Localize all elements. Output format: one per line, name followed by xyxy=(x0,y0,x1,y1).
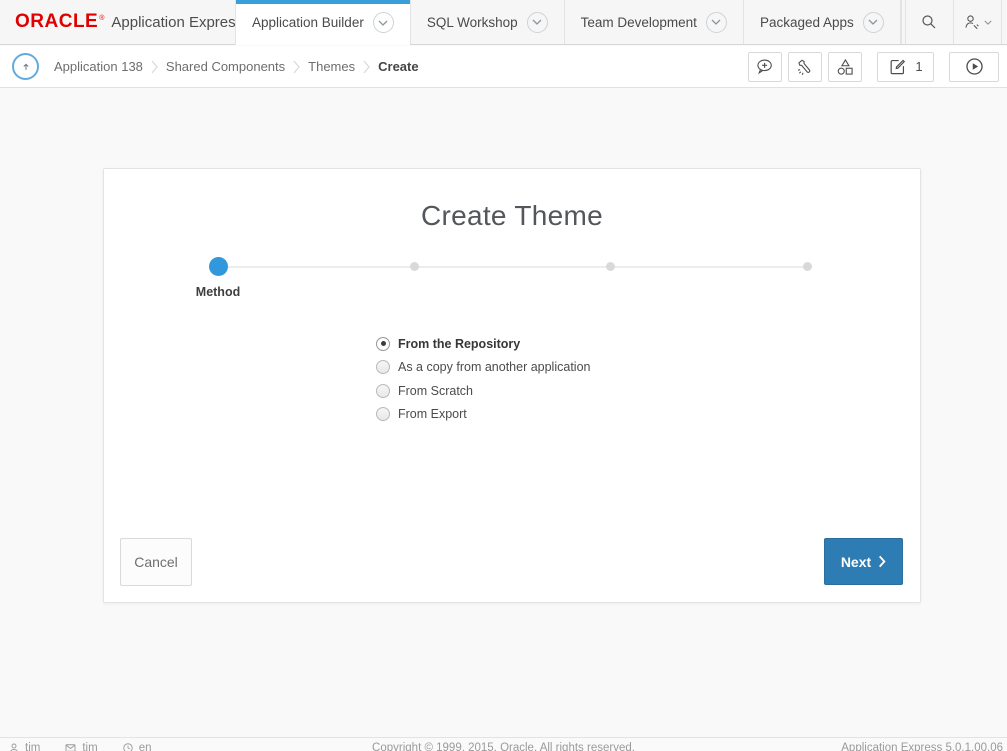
top-navigation-bar: ORACLE® Application Express Application … xyxy=(0,0,1007,45)
chevron-down-icon[interactable] xyxy=(706,12,727,33)
breadcrumb-create: Create xyxy=(378,59,418,74)
step-dot-2 xyxy=(410,262,419,271)
play-icon xyxy=(964,56,985,77)
tab-sql-workshop[interactable]: SQL Workshop xyxy=(410,0,564,44)
breadcrumb-application[interactable]: Application 138 xyxy=(54,59,143,74)
radio-from-scratch[interactable]: From Scratch xyxy=(376,379,590,403)
breadcrumb-themes[interactable]: Themes xyxy=(308,59,355,74)
page-footer: tim tim en Copyright © 1999, 2015, Oracl… xyxy=(0,737,1007,751)
help-menu-button[interactable]: ? xyxy=(1002,0,1007,44)
theme-roller-button[interactable] xyxy=(788,52,822,82)
next-button-label: Next xyxy=(841,554,871,570)
step-dot-3 xyxy=(606,262,615,271)
edit-page-number: 1 xyxy=(915,59,922,74)
feedback-bubble-icon xyxy=(755,57,775,77)
train-line xyxy=(218,266,807,268)
administration-menu-button[interactable] xyxy=(954,0,1002,44)
radio-button-icon[interactable] xyxy=(376,360,390,374)
step-dot-4 xyxy=(803,262,812,271)
breadcrumb: Application 138 Shared Components Themes… xyxy=(49,59,424,74)
product-name: Application Express xyxy=(111,14,243,31)
radio-from-the-repository[interactable]: From the Repository xyxy=(376,332,590,356)
edit-pencil-icon xyxy=(888,57,907,76)
radio-from-export[interactable]: From Export xyxy=(376,403,590,427)
flashlight-icon xyxy=(795,57,815,77)
chevron-right-icon xyxy=(363,60,370,74)
run-application-button[interactable] xyxy=(949,52,999,82)
up-level-button[interactable] xyxy=(12,53,39,80)
arrow-up-icon xyxy=(19,60,33,74)
radio-label: From Scratch xyxy=(398,384,473,398)
shapes-icon xyxy=(835,57,855,77)
create-theme-wizard-card: Create Theme Method From the Repository … xyxy=(103,168,921,603)
brand: ORACLE® Application Express xyxy=(0,0,235,44)
tab-packaged-apps[interactable]: Packaged Apps xyxy=(743,0,901,44)
chevron-down-icon xyxy=(984,20,992,25)
registered-mark: ® xyxy=(99,15,104,22)
tab-label: Packaged Apps xyxy=(760,15,854,30)
wizard-title: Create Theme xyxy=(104,200,920,232)
radio-label: As a copy from another application xyxy=(398,360,590,374)
search-icon xyxy=(920,13,938,31)
next-button[interactable]: Next xyxy=(824,538,903,585)
search-button[interactable] xyxy=(906,0,954,44)
tab-application-builder[interactable]: Application Builder xyxy=(235,0,410,45)
tab-label: SQL Workshop xyxy=(427,15,518,30)
method-radio-group: From the Repository As a copy from anoth… xyxy=(376,332,590,426)
feedback-button[interactable] xyxy=(748,52,782,82)
step-dot-method xyxy=(209,257,228,276)
radio-label: From the Repository xyxy=(398,337,520,351)
breadcrumb-shared-components[interactable]: Shared Components xyxy=(166,59,285,74)
chevron-right-icon xyxy=(878,555,886,568)
radio-as-a-copy-from-another-application[interactable]: As a copy from another application xyxy=(376,356,590,380)
chevron-right-icon xyxy=(293,60,300,74)
radio-button-icon[interactable] xyxy=(376,407,390,421)
chevron-down-icon[interactable] xyxy=(863,12,884,33)
oracle-logo: ORACLE xyxy=(15,11,98,33)
chevron-down-icon[interactable] xyxy=(527,12,548,33)
chevron-right-icon xyxy=(151,60,158,74)
top-action-icons: ? xyxy=(901,0,1007,44)
tab-team-development[interactable]: Team Development xyxy=(564,0,743,44)
main-tabs: Application Builder SQL Workshop Team De… xyxy=(235,0,901,44)
edit-page-button[interactable]: 1 xyxy=(877,52,934,82)
radio-label: From Export xyxy=(398,407,467,421)
shared-components-button[interactable] xyxy=(828,52,862,82)
radio-button-icon[interactable] xyxy=(376,384,390,398)
page-toolbar: 1 xyxy=(748,52,999,82)
admin-wrench-icon xyxy=(963,13,981,31)
version-text: Application Express 5.0.1.00.06 xyxy=(841,742,1003,751)
step-label-method: Method xyxy=(168,285,268,299)
radio-button-icon[interactable] xyxy=(376,337,390,351)
tab-label: Team Development xyxy=(581,15,697,30)
chevron-down-icon[interactable] xyxy=(373,12,394,33)
breadcrumb-bar: Application 138 Shared Components Themes… xyxy=(0,46,1007,88)
cancel-button[interactable]: Cancel xyxy=(120,538,192,586)
tab-label: Application Builder xyxy=(252,15,364,30)
